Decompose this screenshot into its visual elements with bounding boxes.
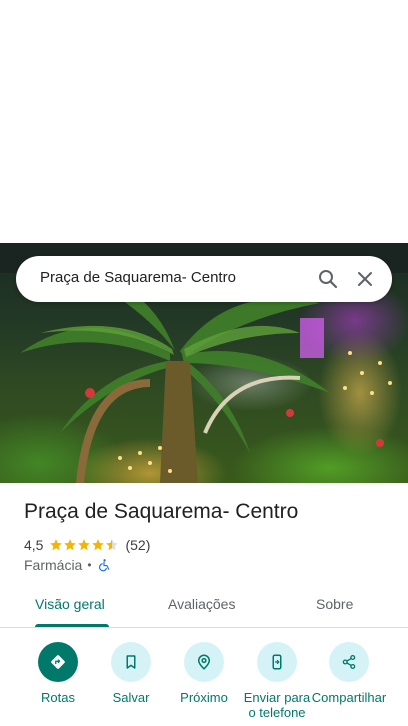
star-rating bbox=[49, 538, 119, 552]
bookmark-icon bbox=[111, 642, 151, 682]
nearby-label: Próximo bbox=[180, 690, 228, 705]
rating-row[interactable]: 4,5 (52) bbox=[24, 536, 150, 554]
share-button[interactable]: Compartilhar bbox=[311, 642, 387, 718]
tab-reviews[interactable]: Avaliações bbox=[168, 596, 235, 612]
star-icon bbox=[92, 539, 105, 551]
category-row: Farmácia • bbox=[24, 556, 111, 574]
map-area-blank bbox=[0, 0, 408, 243]
save-label: Salvar bbox=[112, 690, 150, 705]
tab-overview[interactable]: Visão geral bbox=[35, 596, 105, 612]
tab-about[interactable]: Sobre bbox=[316, 596, 353, 612]
star-half-icon bbox=[106, 539, 119, 551]
wheelchair-icon bbox=[98, 559, 109, 572]
search-bar[interactable]: Praça de Saquarema- Centro bbox=[16, 256, 392, 302]
star-icon bbox=[78, 539, 91, 551]
place-category: Farmácia bbox=[24, 557, 83, 573]
nearby-button[interactable]: Próximo bbox=[166, 642, 242, 705]
review-count[interactable]: (52) bbox=[125, 537, 150, 553]
search-icon[interactable] bbox=[316, 267, 340, 291]
star-icon bbox=[64, 539, 77, 551]
share-icon bbox=[329, 642, 369, 682]
directions-icon bbox=[38, 642, 78, 682]
send-to-phone-icon bbox=[257, 642, 297, 682]
tab-bar: Visão geral Avaliações Sobre bbox=[0, 586, 408, 628]
close-icon[interactable] bbox=[353, 267, 377, 291]
save-button[interactable]: Salvar bbox=[93, 642, 169, 705]
directions-label: Rotas bbox=[41, 690, 75, 705]
place-title: Praça de Saquarema- Centro bbox=[24, 500, 299, 523]
nearby-icon bbox=[184, 642, 224, 682]
rating-value: 4,5 bbox=[24, 537, 44, 553]
send-to-phone-button[interactable]: Enviar para o telefone bbox=[239, 642, 315, 718]
send-to-phone-label: Enviar para o telefone bbox=[243, 690, 311, 718]
directions-button[interactable]: Rotas bbox=[20, 642, 96, 705]
active-tab-indicator bbox=[35, 624, 109, 627]
search-input[interactable]: Praça de Saquarema- Centro bbox=[40, 269, 236, 286]
star-icon bbox=[50, 539, 63, 551]
share-label: Compartilhar bbox=[311, 690, 387, 705]
separator-dot: • bbox=[87, 558, 92, 572]
